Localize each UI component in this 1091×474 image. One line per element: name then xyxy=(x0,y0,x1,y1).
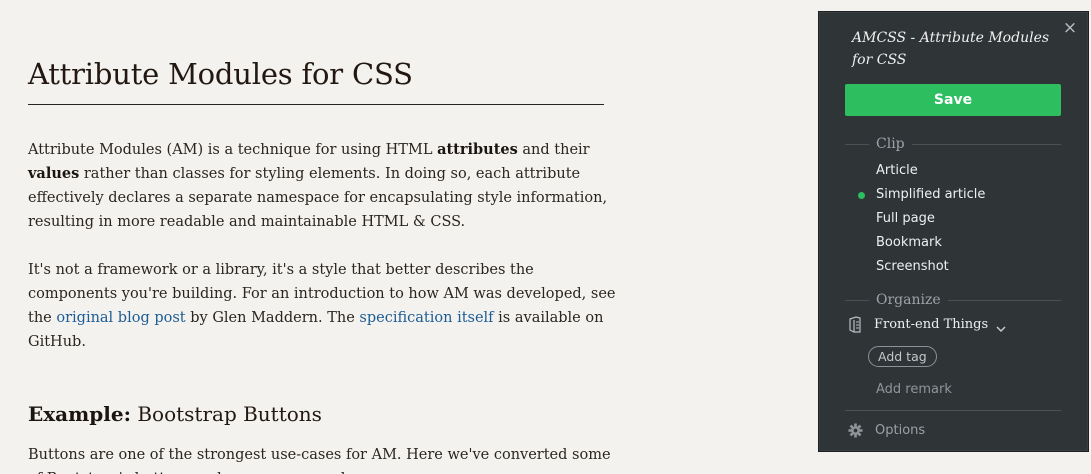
buttons-paragraph: Buttons are one of the strongest use-cas… xyxy=(28,447,611,474)
original-blog-post-link[interactable]: original blog post xyxy=(56,310,185,326)
example-heading-rest: Bootstrap Buttons xyxy=(130,402,322,426)
options-label: Options xyxy=(875,423,926,438)
close-icon[interactable]: × xyxy=(1062,20,1078,37)
save-button[interactable]: Save xyxy=(845,84,1061,116)
example-heading-bold: Example: xyxy=(28,402,131,426)
add-remark-field[interactable]: Add remark xyxy=(876,381,952,398)
web-clipper-panel: × AMCSS - Attribute Modules for CSS Save… xyxy=(818,11,1089,452)
options-divider xyxy=(845,410,1061,411)
organize-heading: Organize xyxy=(869,292,948,308)
selected-indicator-dot xyxy=(858,192,865,199)
clip-options-list: Article Simplified article Full page Boo… xyxy=(858,162,985,282)
intro-paragraph: Attribute Modules (AM) is a technique fo… xyxy=(28,138,618,234)
framework-text-2: by Glen Maddern. The xyxy=(185,310,360,326)
clip-heading: Clip xyxy=(869,136,912,152)
clip-option-bookmark[interactable]: Bookmark xyxy=(876,234,985,258)
framework-paragraph: It's not a framework or a library, it's … xyxy=(28,258,618,354)
intro-text-3: rather than classes for styling elements… xyxy=(28,166,608,230)
options-button[interactable]: Options xyxy=(848,423,925,438)
page-title: Attribute Modules for CSS xyxy=(28,56,604,105)
clip-option-article[interactable]: Article xyxy=(876,162,985,186)
intro-bold-attributes: attributes xyxy=(437,141,518,158)
clip-section-header: Clip xyxy=(845,136,1061,152)
intro-text-2: and their xyxy=(517,142,590,158)
clip-title[interactable]: AMCSS - Attribute Modules for CSS xyxy=(852,27,1052,71)
specification-link[interactable]: specification itself xyxy=(359,310,493,326)
clip-option-screenshot[interactable]: Screenshot xyxy=(876,258,985,282)
clip-option-simplified-article[interactable]: Simplified article xyxy=(858,186,985,210)
chevron-down-icon xyxy=(996,319,1006,333)
gear-icon xyxy=(848,423,863,438)
clip-option-full-page[interactable]: Full page xyxy=(876,210,985,234)
article: Attribute Modules for CSS Attribute Modu… xyxy=(28,0,618,474)
example-heading: Example: Bootstrap Buttons xyxy=(28,401,618,427)
add-tag-button[interactable]: Add tag xyxy=(868,346,937,367)
notebook-icon xyxy=(849,315,861,333)
notebook-name: Front-end Things xyxy=(874,316,989,332)
organize-section-header: Organize xyxy=(845,292,1061,308)
intro-text-1: Attribute Modules (AM) is a technique fo… xyxy=(28,142,438,158)
notebook-selector[interactable]: Front-end Things xyxy=(849,314,1006,334)
intro-bold-values: values xyxy=(28,165,80,182)
